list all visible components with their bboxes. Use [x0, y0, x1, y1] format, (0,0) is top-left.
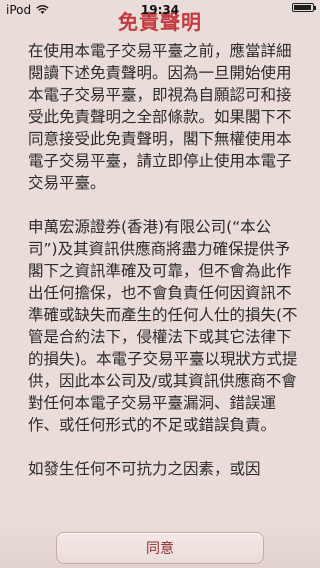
- status-right: [292, 3, 316, 12]
- disclaimer-paragraph: 如發生任何不可抗力之因素，或因: [28, 460, 261, 478]
- battery-icon: [292, 3, 316, 12]
- footer: 同意: [0, 528, 320, 568]
- status-time: 19:34: [140, 3, 180, 17]
- disclaimer-paragraph: 申萬宏源證券(香港)有限公司(“本公司”)及其資訊供應商將盡力確保提供予閣下之資…: [28, 218, 298, 434]
- battery-fill: [294, 5, 312, 10]
- status-bar: iPod 19:34: [0, 0, 320, 20]
- disclaimer-content[interactable]: 在使用本電子交易平臺之前，應當詳細閱讀下述免責聲明。因為一旦開始使用本電子交易平…: [28, 40, 298, 528]
- agree-button[interactable]: 同意: [56, 532, 264, 564]
- disclaimer-paragraph: 在使用本電子交易平臺之前，應當詳細閱讀下述免責聲明。因為一旦開始使用本電子交易平…: [28, 42, 292, 192]
